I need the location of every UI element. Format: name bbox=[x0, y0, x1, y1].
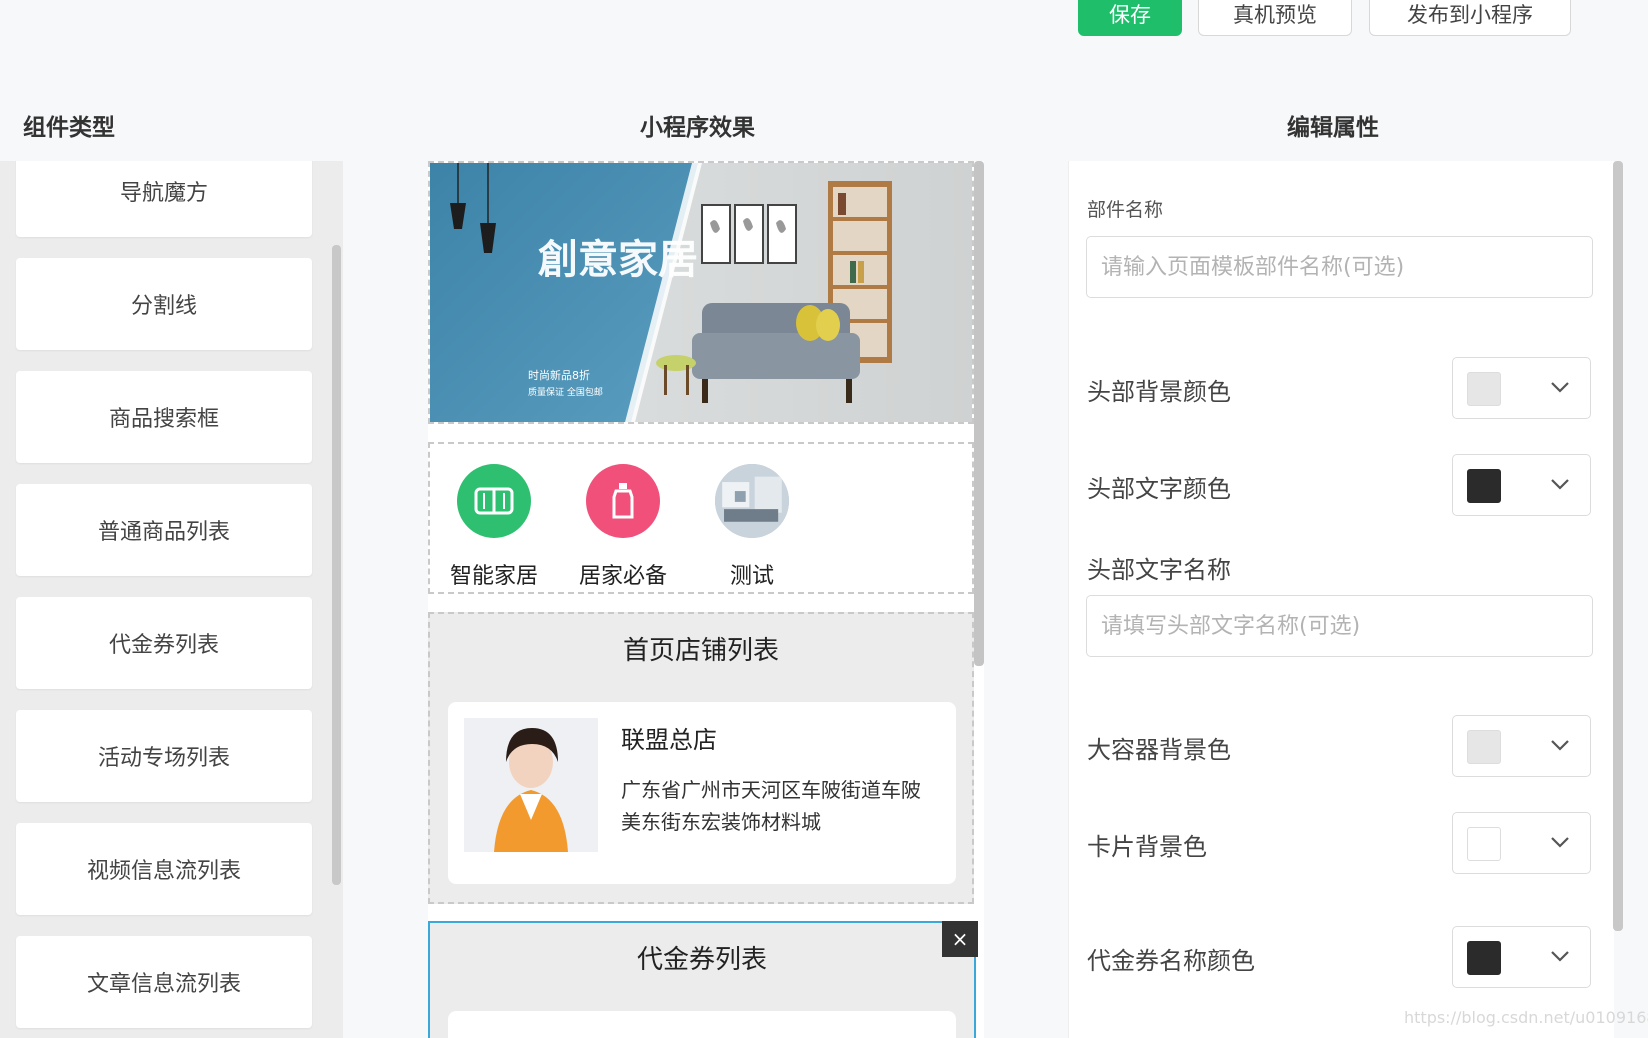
save-button[interactable]: 保存 bbox=[1078, 0, 1182, 36]
banner-block[interactable]: 創意家居 时尚新品8折 质量保证 全国包邮 bbox=[428, 161, 974, 424]
container-bg-color-picker[interactable] bbox=[1452, 715, 1591, 777]
publish-button[interactable]: 发布到小程序 bbox=[1369, 0, 1571, 36]
banner-image: 創意家居 时尚新品8折 质量保证 全国包邮 bbox=[430, 163, 972, 422]
component-item[interactable]: 导航魔方 bbox=[16, 161, 312, 237]
chevron-down-icon bbox=[1551, 740, 1569, 751]
close-icon[interactable]: × bbox=[942, 921, 978, 957]
banner-tag-line2: 质量保证 全国包邮 bbox=[528, 386, 603, 398]
bottle-icon bbox=[586, 464, 660, 538]
store-name: 联盟总店 bbox=[621, 726, 717, 754]
container-bg-color-label: 大容器背景色 bbox=[1087, 736, 1231, 764]
color-swatch bbox=[1467, 941, 1501, 975]
component-item[interactable]: 活动专场列表 bbox=[16, 710, 312, 802]
component-item[interactable]: 代金券列表 bbox=[16, 597, 312, 689]
left-scrollbar[interactable] bbox=[332, 245, 341, 885]
coupon-card[interactable] bbox=[448, 1011, 956, 1038]
component-item[interactable]: 文章信息流列表 bbox=[16, 936, 312, 1028]
coupon-name-color-picker[interactable] bbox=[1452, 926, 1591, 988]
component-item[interactable]: 分割线 bbox=[16, 258, 312, 350]
component-list: 导航魔方 分割线 商品搜索框 普通商品列表 代金券列表 活动专场列表 视频信息流… bbox=[0, 161, 343, 1038]
header-bg-color-label: 头部背景颜色 bbox=[1087, 378, 1231, 406]
nav-cube-block[interactable]: 智能家居 居家必备 测试 bbox=[428, 442, 974, 594]
chevron-down-icon bbox=[1551, 837, 1569, 848]
preview-scrollbar[interactable] bbox=[974, 161, 984, 666]
banner-tag-line1: 时尚新品8折 bbox=[528, 368, 590, 382]
watermark: https://blog.csdn.net/u010916821 bbox=[1404, 1008, 1648, 1027]
header-text-color-label: 头部文字颜色 bbox=[1087, 475, 1231, 503]
banner-title: 創意家居 bbox=[538, 237, 698, 283]
coupon-list-title: 代金券列表 bbox=[636, 945, 767, 975]
chevron-down-icon bbox=[1551, 951, 1569, 962]
preview-title: 小程序效果 bbox=[640, 115, 755, 141]
color-swatch bbox=[1467, 730, 1501, 764]
store-card[interactable]: 联盟总店 广东省广州市天河区车陂街道车陂美东街东宏装饰材料城 bbox=[448, 702, 956, 884]
color-swatch bbox=[1467, 469, 1501, 503]
properties-title: 编辑属性 bbox=[1287, 115, 1379, 141]
header-bg-color-picker[interactable] bbox=[1452, 357, 1591, 419]
component-item[interactable]: 商品搜索框 bbox=[16, 371, 312, 463]
device-preview-button[interactable]: 真机预览 bbox=[1198, 0, 1352, 36]
card-bg-color-label: 卡片背景色 bbox=[1087, 833, 1207, 861]
header-text-color-picker[interactable] bbox=[1452, 454, 1591, 516]
header-text-name-input[interactable] bbox=[1086, 595, 1593, 657]
part-name-input[interactable] bbox=[1086, 236, 1593, 298]
nav-item[interactable]: 智能家居 bbox=[434, 464, 554, 590]
nav-item-label: 居家必备 bbox=[578, 564, 667, 589]
card-bg-color-picker[interactable] bbox=[1452, 812, 1591, 874]
color-swatch bbox=[1467, 372, 1501, 406]
color-swatch bbox=[1467, 827, 1501, 861]
component-item[interactable]: 视频信息流列表 bbox=[16, 823, 312, 915]
store-list-block[interactable]: 首页店铺列表 联盟总店 广东省广州市天河区车陂街道车陂美东街东宏装饰材料城 bbox=[428, 612, 974, 904]
nav-item[interactable]: 居家必备 bbox=[563, 464, 683, 590]
coupon-name-color-label: 代金券名称颜色 bbox=[1087, 947, 1255, 975]
chevron-down-icon bbox=[1551, 382, 1569, 393]
header-text-name-label: 头部文字名称 bbox=[1087, 556, 1231, 584]
nav-item-label: 测试 bbox=[729, 564, 774, 589]
book-icon bbox=[457, 464, 531, 538]
store-avatar bbox=[464, 718, 598, 852]
coupon-list-block[interactable]: 代金券列表 × bbox=[428, 921, 978, 1038]
nav-item-label: 智能家居 bbox=[449, 564, 538, 589]
component-item[interactable]: 普通商品列表 bbox=[16, 484, 312, 576]
store-list-title: 首页店铺列表 bbox=[622, 636, 779, 666]
nav-item[interactable]: 测试 bbox=[692, 464, 812, 590]
store-address: 广东省广州市天河区车陂街道车陂美东街东宏装饰材料城 bbox=[621, 778, 921, 834]
part-name-label: 部件名称 bbox=[1087, 199, 1164, 221]
chevron-down-icon bbox=[1551, 479, 1569, 490]
component-types-title: 组件类型 bbox=[23, 115, 115, 141]
room-photo-icon bbox=[715, 464, 789, 538]
properties-scrollbar[interactable] bbox=[1613, 161, 1623, 931]
